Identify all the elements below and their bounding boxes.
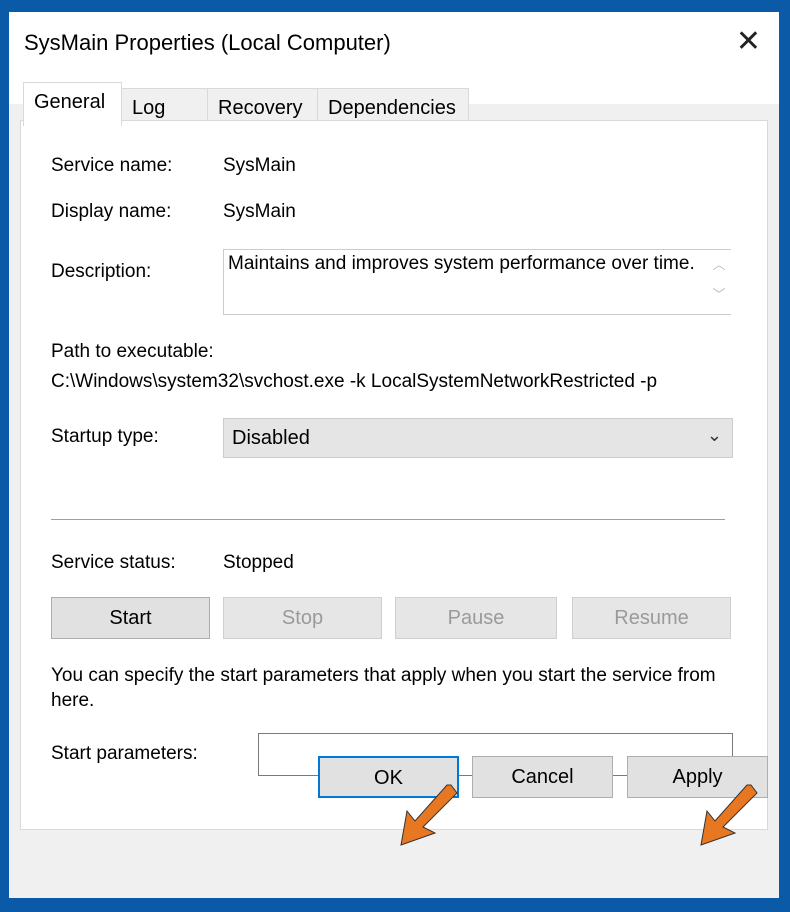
- general-panel: Service name: SysMain Display name: SysM…: [20, 120, 768, 830]
- chevron-down-icon: ⌄: [706, 425, 722, 445]
- start-parameters-label: Start parameters:: [51, 743, 198, 764]
- display-name-value: SysMain: [223, 201, 296, 222]
- tab-dependencies[interactable]: Dependencies: [317, 88, 469, 124]
- stop-button[interactable]: Stop: [223, 597, 382, 639]
- scroll-up-icon[interactable]: ︿: [707, 250, 731, 280]
- service-name-label: Service name:: [51, 155, 173, 176]
- pause-button[interactable]: Pause: [395, 597, 557, 639]
- start-button[interactable]: Start: [51, 597, 210, 639]
- startup-type-select[interactable]: Disabled ⌄: [223, 418, 733, 458]
- description-scrollbar[interactable]: ︿ ﹀: [707, 250, 731, 314]
- service-name-value: SysMain: [223, 155, 296, 176]
- tab-general[interactable]: General: [23, 82, 122, 126]
- window-title: SysMain Properties (Local Computer): [24, 30, 391, 55]
- service-status-label: Service status:: [51, 552, 176, 573]
- divider: [51, 519, 725, 520]
- service-status-value: Stopped: [223, 552, 294, 573]
- description-box[interactable]: Maintains and improves system performanc…: [223, 249, 731, 315]
- startup-type-value: Disabled: [232, 427, 310, 449]
- resume-button[interactable]: Resume: [572, 597, 731, 639]
- tab-log-on[interactable]: Log On: [121, 88, 208, 142]
- display-name-label: Display name:: [51, 201, 172, 222]
- path-label: Path to executable:: [51, 341, 214, 362]
- path-value: C:\Windows\system32\svchost.exe -k Local…: [51, 371, 658, 392]
- tab-recovery[interactable]: Recovery: [207, 88, 318, 124]
- description-text: Maintains and improves system performanc…: [228, 253, 695, 274]
- arrow-pointer-icon: [700, 784, 758, 846]
- help-text: You can specify the start parameters tha…: [51, 665, 716, 711]
- properties-dialog: SysMain Properties (Local Computer) ✕ Ge…: [9, 12, 779, 898]
- cancel-button[interactable]: Cancel: [472, 756, 613, 798]
- description-label: Description:: [51, 261, 152, 282]
- arrow-pointer-icon: [400, 784, 458, 846]
- close-icon[interactable]: ✕: [736, 24, 761, 59]
- scroll-down-icon[interactable]: ﹀: [707, 280, 731, 310]
- startup-type-label: Startup type:: [51, 426, 159, 447]
